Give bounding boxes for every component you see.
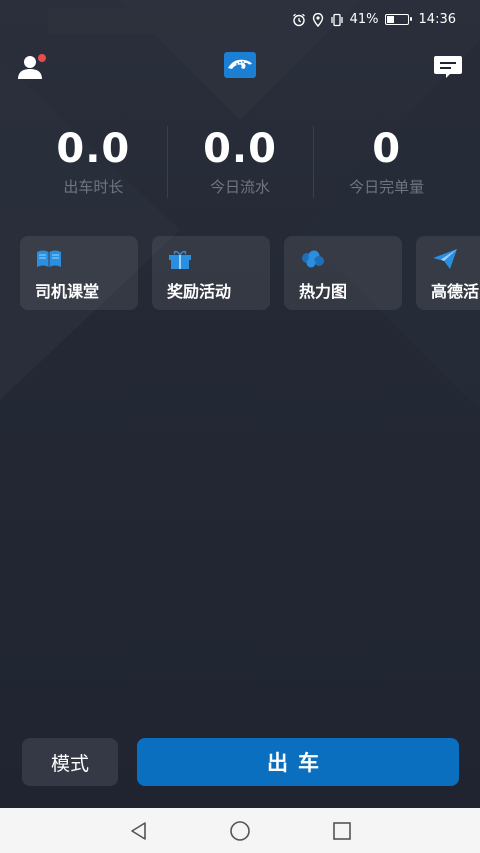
card-amap-activity[interactable]: 高德活: [416, 236, 480, 310]
home-circle-icon: [230, 821, 250, 841]
clock: 14:36: [418, 12, 456, 27]
app-header: [0, 44, 480, 88]
card-heatmap[interactable]: 热力图: [284, 236, 402, 310]
vibrate-icon: [330, 13, 343, 26]
message-icon: [434, 56, 462, 78]
card-label: 奖励活动: [167, 282, 232, 301]
alarm-icon: [292, 13, 305, 26]
stat-completed-orders: 0 今日完单量: [313, 124, 460, 204]
nav-recents-button[interactable]: [329, 818, 355, 844]
notification-dot: [38, 54, 46, 62]
status-notification-area: [48, 8, 278, 34]
status-bar: 41% 14:36: [0, 0, 480, 44]
battery-icon: [384, 14, 412, 25]
stat-value: 0: [372, 126, 402, 172]
nav-home-button[interactable]: [227, 818, 253, 844]
user-icon: [18, 56, 42, 79]
user-profile-button[interactable]: [14, 48, 50, 84]
mode-button[interactable]: 模式: [22, 738, 118, 786]
book-icon: [37, 250, 61, 267]
card-driver-class[interactable]: 司机课堂: [20, 236, 138, 310]
stat-today-revenue: 0.0 今日流水: [166, 124, 314, 204]
nav-back-button[interactable]: [126, 818, 152, 844]
go-online-button[interactable]: 出车: [137, 738, 459, 786]
recents-square-icon: [333, 822, 351, 840]
card-label: 热力图: [299, 282, 348, 301]
stat-label: 今日完单量: [349, 178, 425, 196]
stat-value: 0.0: [203, 126, 277, 172]
screen: 41% 14:36 0.0 出车时长 0.0 今日流水 0 今日完单量 司机课堂…: [0, 0, 480, 853]
battery-percent: 41%: [349, 12, 379, 27]
stat-online-duration: 0.0 出车时长: [20, 124, 167, 204]
location-icon: [312, 12, 323, 27]
stat-label: 出车时长: [63, 178, 124, 196]
feature-cards: 司机课堂 奖励活动 热力图 高德活: [20, 236, 480, 310]
message-button[interactable]: [430, 48, 466, 84]
card-rewards[interactable]: 奖励活动: [152, 236, 270, 310]
heatmap-icon: [302, 250, 324, 268]
status-icons: 41% 14:36: [292, 12, 456, 27]
app-logo-icon: [224, 52, 256, 78]
today-stats: 0.0 出车时长 0.0 今日流水 0 今日完单量: [20, 124, 460, 204]
paper-plane-icon: [433, 249, 457, 269]
back-triangle-icon: [131, 822, 146, 840]
stat-value: 0.0: [56, 126, 131, 172]
card-label: 高德活: [431, 282, 480, 301]
battery-fill: [386, 16, 395, 23]
card-label: 司机课堂: [35, 282, 100, 301]
gift-icon: [169, 250, 191, 269]
system-navigation-bar: [0, 808, 480, 853]
stat-label: 今日流水: [210, 178, 271, 196]
